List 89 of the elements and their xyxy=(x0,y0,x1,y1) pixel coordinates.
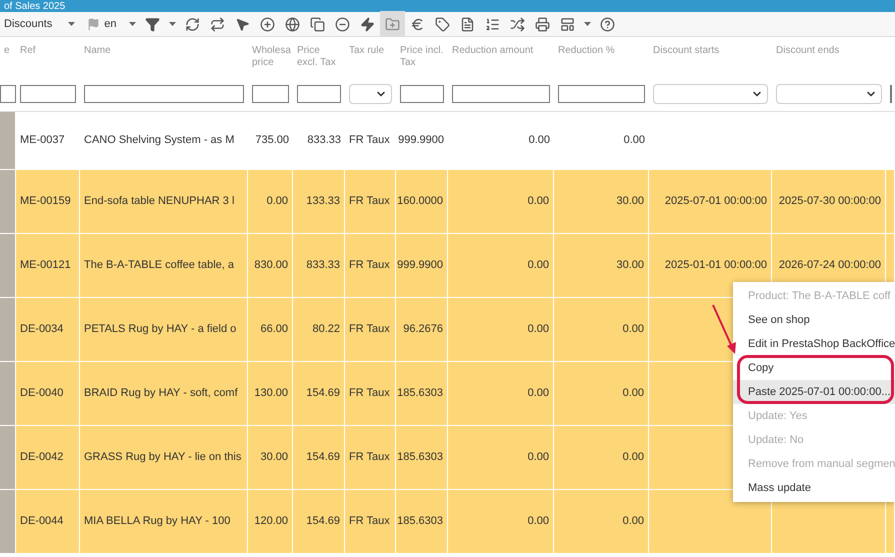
table-cell: BRAID Rug by HAY - soft, comf xyxy=(80,362,248,425)
table-cell: ME-00159 xyxy=(16,170,80,233)
table-cell: 0.00 xyxy=(554,362,649,425)
table-cell: 999.9900 xyxy=(396,234,448,297)
photo-placeholder xyxy=(0,298,15,361)
table-cell: 0.00 xyxy=(448,170,554,233)
table-cell: FR Taux xyxy=(345,362,396,425)
caret-icon xyxy=(128,22,136,26)
filter-input[interactable] xyxy=(20,85,76,103)
table-cell: 30.00 xyxy=(248,426,293,489)
table-cell: 2025-07-01 00:00:00 xyxy=(649,170,772,233)
table-cell: 30.00 xyxy=(554,234,649,297)
table-cell: 833.33 xyxy=(293,234,345,297)
column-header[interactable]: Price excl. Tax xyxy=(297,45,341,69)
caret-icon xyxy=(584,22,591,26)
filter-input[interactable] xyxy=(0,85,16,103)
table-cell: 185.6303 xyxy=(396,362,448,425)
caret-icon xyxy=(168,22,176,26)
table-cell: 66.00 xyxy=(248,298,293,361)
table-cell: 0.00 xyxy=(448,298,554,361)
menu-item[interactable]: Mass update xyxy=(733,476,895,500)
column-header[interactable]: Wholesa price xyxy=(252,45,289,69)
table-cell: End-sofa table NENUPHAR 3 l xyxy=(80,170,248,233)
table-cell: 30.00 xyxy=(554,170,649,233)
table-cell: FR Taux xyxy=(345,426,396,489)
table-cell: 133.33 xyxy=(293,170,345,233)
table-cell: FR Taux xyxy=(345,298,396,361)
table-cell: 80.22 xyxy=(293,298,345,361)
table-cell: 0.00 xyxy=(554,490,649,553)
filter-input[interactable] xyxy=(452,85,550,103)
table-cell: 154.69 xyxy=(293,362,345,425)
column-header[interactable]: Discount ends xyxy=(776,45,882,57)
column-header[interactable]: e xyxy=(4,45,12,57)
menu-item[interactable]: See on shop xyxy=(733,308,895,332)
filter-input[interactable] xyxy=(558,85,645,103)
column-header[interactable]: Tax rule xyxy=(349,45,392,57)
table-cell: 0.00 xyxy=(448,490,554,553)
table-cell: DE-0040 xyxy=(16,362,80,425)
column-header[interactable]: Name xyxy=(84,45,244,57)
table-cell: 0.00 xyxy=(554,298,649,361)
view-dropdown[interactable]: Discounts xyxy=(0,16,80,32)
table-cell: 96.2676 xyxy=(396,298,448,361)
annotation-arrow xyxy=(711,303,737,355)
table-cell: FR Taux xyxy=(345,234,396,297)
table-cell: 130.00 xyxy=(248,362,293,425)
table-cell: GRASS Rug by HAY - lie on this xyxy=(80,426,248,489)
filter-input[interactable] xyxy=(84,85,244,103)
table-cell: 185.6303 xyxy=(396,490,448,553)
table-cell: The B-A-TABLE coffee table, a xyxy=(80,234,248,297)
filter-input[interactable] xyxy=(400,85,444,103)
filter-input[interactable] xyxy=(252,85,289,103)
table-cell: DE-0042 xyxy=(16,426,80,489)
filter-input[interactable] xyxy=(297,85,341,103)
table-cell: FR Taux xyxy=(345,170,396,233)
table-cell: 0.00 xyxy=(248,170,293,233)
table-cell: FR Taux xyxy=(345,490,396,553)
table-cell: 0.00 xyxy=(448,426,554,489)
menu-item[interactable]: Edit in PrestaShop BackOffice xyxy=(733,332,895,356)
photo-placeholder xyxy=(0,362,15,425)
table-cell: DE-0034 xyxy=(16,298,80,361)
table-cell: ME-00121 xyxy=(16,234,80,297)
column-header[interactable]: Price incl. Tax xyxy=(400,45,444,69)
photo-placeholder xyxy=(0,490,15,553)
table-cell: 0.00 xyxy=(448,362,554,425)
table-cell: 0.00 xyxy=(554,426,649,489)
column-header[interactable]: Reduction amount xyxy=(452,45,550,57)
table-cell: 160.0000 xyxy=(396,170,448,233)
menu-item[interactable]: Copy xyxy=(733,356,895,380)
table-cell: DE-0044 xyxy=(16,490,80,553)
table-cell: 0.00 xyxy=(448,234,554,297)
table-cell: 120.00 xyxy=(248,490,293,553)
column-header[interactable]: Discount starts xyxy=(653,45,768,57)
photo-placeholder xyxy=(0,112,15,169)
table-cell: 2025-07-30 00:00:00 xyxy=(772,170,886,233)
photo-placeholder xyxy=(0,170,15,233)
table-cell: 185.6303 xyxy=(396,426,448,489)
caret-icon xyxy=(68,22,76,26)
table-cell: 154.69 xyxy=(293,426,345,489)
column-header[interactable]: Reduction % xyxy=(558,45,645,57)
table-cell: 154.69 xyxy=(293,490,345,553)
photo-placeholder xyxy=(0,234,15,297)
window-title: of Sales 2025 xyxy=(3,1,66,12)
table-cell: PETALS Rug by HAY - a field o xyxy=(80,298,248,361)
table-cell: MIA BELLA Rug by HAY - 100 xyxy=(80,490,248,553)
column-header[interactable]: Ref xyxy=(20,45,76,57)
table-cell: 830.00 xyxy=(248,234,293,297)
language-dropdown[interactable]: en xyxy=(87,16,140,32)
flag-icon xyxy=(87,18,100,30)
photo-placeholder xyxy=(0,426,15,489)
